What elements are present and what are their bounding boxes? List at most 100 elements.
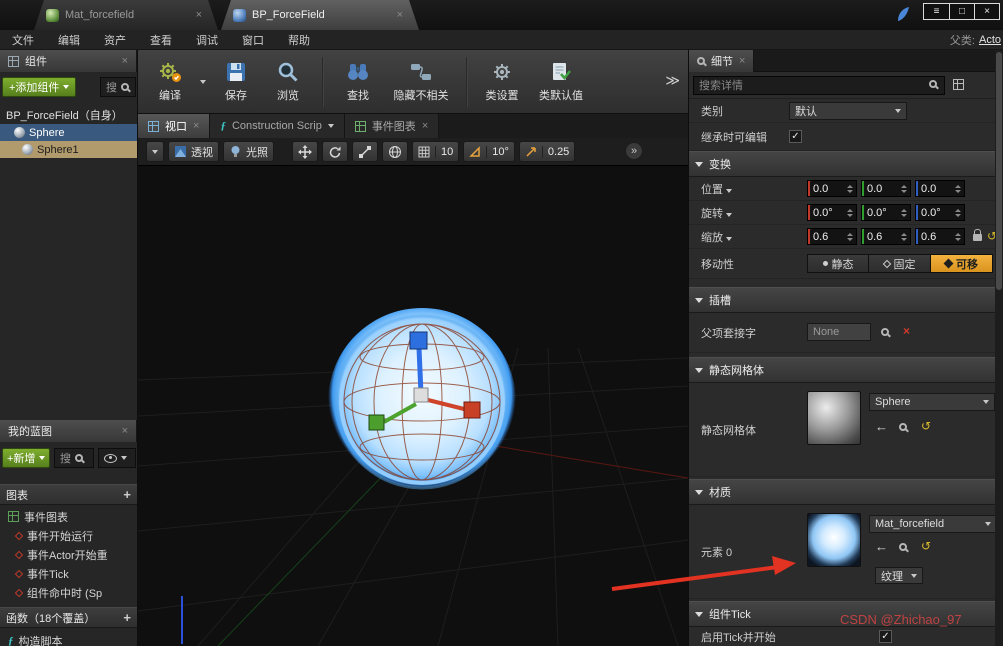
material-thumbnail[interactable] xyxy=(807,513,861,567)
grid-snap-button[interactable]: 10 xyxy=(412,141,460,162)
lock-scale-icon[interactable] xyxy=(973,229,982,241)
category-dropdown[interactable]: 默认 xyxy=(789,102,907,120)
gizmo-z-axis[interactable] xyxy=(416,347,424,395)
spinner[interactable] xyxy=(898,208,910,217)
scale-tool-button[interactable] xyxy=(352,141,378,162)
visibility-filter-button[interactable] xyxy=(98,448,136,468)
parent-class-link[interactable]: Acto xyxy=(979,34,1001,46)
parent-socket-field[interactable]: None xyxy=(807,323,871,341)
mobility-stationary-option[interactable]: 固定 xyxy=(869,254,931,273)
gizmo-y-handle[interactable] xyxy=(368,414,385,431)
menu-file[interactable]: 文件 xyxy=(0,32,46,48)
minimize-button[interactable]: ≡ xyxy=(924,4,949,19)
details-panel-tab[interactable]: 细节 × xyxy=(689,50,755,72)
functions-section-header[interactable]: 函数（18个覆盖） + xyxy=(0,607,137,628)
gizmo-x-handle[interactable] xyxy=(463,401,481,419)
my-blueprint-search-box[interactable]: 搜 xyxy=(54,448,94,468)
rotate-tool-button[interactable] xyxy=(322,141,348,162)
add-component-button[interactable]: +添加组件 xyxy=(2,77,77,97)
perspective-button[interactable]: 透视 xyxy=(168,141,219,162)
close-icon[interactable]: × xyxy=(739,55,745,67)
compile-options-chevron[interactable] xyxy=(200,79,206,84)
menu-window[interactable]: 窗口 xyxy=(230,32,276,48)
static-mesh-section-header[interactable]: 静态网格体 xyxy=(689,357,1003,383)
static-mesh-dropdown[interactable]: Sphere xyxy=(869,393,995,411)
angle-snap-button[interactable]: 10° xyxy=(463,141,515,162)
viewport-3d[interactable] xyxy=(138,166,688,646)
rotation-x-field[interactable]: 0.0° xyxy=(807,204,857,221)
details-search-input[interactable] xyxy=(693,76,945,95)
gizmo-z-handle[interactable] xyxy=(409,331,428,350)
close-icon[interactable]: × xyxy=(122,425,128,437)
location-y-field[interactable]: 0.0 xyxy=(861,180,911,197)
hide-unrelated-button[interactable]: 隐藏不相关 xyxy=(388,53,454,111)
close-icon[interactable]: × xyxy=(122,55,128,67)
close-icon[interactable]: × xyxy=(193,120,199,132)
socket-search-icon[interactable] xyxy=(881,328,889,336)
function-item-construction-script[interactable]: ƒ 构造脚本 xyxy=(0,631,137,646)
add-graph-button[interactable]: + xyxy=(123,487,131,502)
scale-x-field[interactable]: 0.6 xyxy=(807,228,857,245)
spinner[interactable] xyxy=(952,184,964,193)
toolbar-overflow-chevron[interactable]: ≫ xyxy=(665,72,680,89)
gizmo-center-handle[interactable] xyxy=(413,387,429,403)
spinner[interactable] xyxy=(844,184,856,193)
close-icon[interactable]: × xyxy=(196,10,202,21)
spinner[interactable] xyxy=(898,232,910,241)
graphs-section-header[interactable]: 图表 + xyxy=(0,484,137,505)
texture-dropdown-button[interactable]: 纹理 xyxy=(875,567,923,584)
viewport-toolbar-more-button[interactable]: » xyxy=(625,142,643,160)
scrollbar-thumb[interactable] xyxy=(996,52,1002,290)
location-x-field[interactable]: 0.0 xyxy=(807,180,857,197)
asset-tab-mat-forcefield[interactable]: Mat_forcefield × xyxy=(34,0,218,30)
rotation-z-field[interactable]: 0.0° xyxy=(915,204,965,221)
spinner[interactable] xyxy=(844,208,856,217)
menu-asset[interactable]: 资产 xyxy=(92,32,138,48)
component-tree-item-sphere[interactable]: Sphere xyxy=(0,124,137,141)
translate-tool-button[interactable] xyxy=(292,141,318,162)
components-search-box[interactable]: 搜 xyxy=(100,77,136,97)
compile-button[interactable]: 编译 xyxy=(148,53,192,111)
angle-snap-value[interactable]: 10° xyxy=(486,145,509,158)
find-button[interactable]: 查找 xyxy=(336,53,380,111)
use-selected-asset-button[interactable]: ← xyxy=(875,419,888,434)
class-defaults-button[interactable]: 类默认值 xyxy=(532,53,590,111)
details-scrollbar[interactable] xyxy=(995,50,1003,646)
use-selected-asset-button[interactable]: ← xyxy=(875,539,888,554)
tab-construction-script[interactable]: ƒ Construction Scrip xyxy=(210,114,345,138)
reset-to-default-icon[interactable]: ↺ xyxy=(921,419,931,433)
menu-debug[interactable]: 调试 xyxy=(184,32,230,48)
mobility-static-option[interactable]: 静态 xyxy=(807,254,869,273)
graph-item-event-graph[interactable]: 事件图表 xyxy=(0,507,137,526)
component-tree-item-self[interactable]: BP_ForceField（自身） xyxy=(0,106,137,123)
components-panel-tab[interactable]: 组件 × xyxy=(0,50,137,72)
sockets-section-header[interactable]: 插槽 xyxy=(689,287,1003,313)
mobility-movable-option[interactable]: 可移 xyxy=(931,254,993,273)
close-window-button[interactable]: × xyxy=(974,4,999,19)
event-item-component-hit[interactable]: 组件命中时 (Sp xyxy=(0,583,137,602)
close-icon[interactable]: × xyxy=(397,10,403,21)
display-filter-button[interactable] xyxy=(953,79,964,90)
editable-when-inherited-checkbox[interactable]: ✓ xyxy=(789,130,802,143)
material-dropdown[interactable]: Mat_forcefield xyxy=(869,515,997,533)
asset-tab-bp-forcefield[interactable]: BP_ForceField × xyxy=(221,0,419,30)
spinner[interactable] xyxy=(952,208,964,217)
scale-snap-button[interactable]: 0.25 xyxy=(518,141,576,162)
menu-view[interactable]: 查看 xyxy=(138,32,184,48)
event-item-begin-play[interactable]: 事件开始运行 xyxy=(0,526,137,545)
close-icon[interactable]: × xyxy=(422,120,428,132)
tab-event-graph[interactable]: 事件图表 × xyxy=(344,114,440,138)
grid-snap-value[interactable]: 10 xyxy=(435,145,453,158)
restore-button[interactable]: □ xyxy=(949,4,974,19)
event-item-tick[interactable]: 事件Tick xyxy=(0,564,137,583)
spinner[interactable] xyxy=(952,232,964,241)
save-button[interactable]: 保存 xyxy=(214,53,258,111)
menu-help[interactable]: 帮助 xyxy=(276,32,322,48)
event-item-actor-begin-overlap[interactable]: 事件Actor开始重 xyxy=(0,545,137,564)
scale-snap-value[interactable]: 0.25 xyxy=(541,145,569,158)
materials-section-header[interactable]: 材质 xyxy=(689,479,1003,505)
world-space-toggle-button[interactable] xyxy=(382,141,408,162)
rotation-y-field[interactable]: 0.0° xyxy=(861,204,911,221)
reset-to-default-icon[interactable]: ↺ xyxy=(921,539,931,553)
transform-section-header[interactable]: 变换 xyxy=(689,151,1003,177)
